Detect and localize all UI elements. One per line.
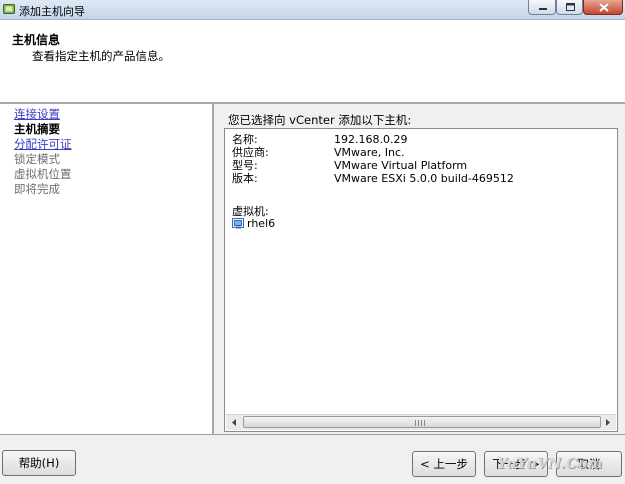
nav-divider xyxy=(212,104,214,434)
model-value: VMware Virtual Platform xyxy=(334,159,468,172)
scrollbar-thumb[interactable] xyxy=(243,416,601,428)
page-subtitle: 查看指定主机的产品信息。 xyxy=(32,49,170,63)
wizard-header: 主机信息 查看指定主机的产品信息。 xyxy=(0,20,625,102)
host-summary-panel: 名称: 192.168.0.29 供应商: VMware, Inc. 型号: V… xyxy=(224,128,618,432)
version-value: VMware ESXi 5.0.0 build-469512 xyxy=(334,172,514,185)
close-button[interactable] xyxy=(583,0,623,15)
next-button[interactable]: 下一步 > xyxy=(484,451,548,477)
vm-name: rhel6 xyxy=(247,217,276,230)
vm-icon xyxy=(232,218,244,229)
step-ready-to-complete: 即将完成 xyxy=(14,182,60,196)
step-lockdown-mode: 锁定模式 xyxy=(14,152,60,166)
grip-icon xyxy=(415,420,425,426)
cancel-button[interactable]: 取消 xyxy=(556,451,622,477)
minimize-button[interactable] xyxy=(528,0,556,15)
step-assign-license[interactable]: 分配许可证 xyxy=(14,137,72,151)
scroll-right-icon[interactable] xyxy=(600,415,616,430)
horizontal-scrollbar[interactable] xyxy=(226,414,616,430)
wizard-footer: 帮助(H) < 上一步 下一步 > 取消 xyxy=(0,435,625,484)
app-icon xyxy=(3,4,15,14)
page-title: 主机信息 xyxy=(12,33,61,47)
window-title: 添加主机向导 xyxy=(19,5,85,18)
property-key: 供应商: xyxy=(232,146,269,159)
minimize-icon xyxy=(539,8,547,10)
step-vm-location: 虚拟机位置 xyxy=(14,167,72,181)
property-key: 型号: xyxy=(232,159,258,172)
maximize-icon xyxy=(566,3,575,11)
summary-intro: 您已选择向 vCenter 添加以下主机: xyxy=(228,113,412,127)
host-name-value: 192.168.0.29 xyxy=(334,133,408,146)
wizard-steps: 连接设置 主机摘要 分配许可证 锁定模式 虚拟机位置 即将完成 xyxy=(0,104,212,434)
scroll-left-icon[interactable] xyxy=(226,415,242,430)
vendor-value: VMware, Inc. xyxy=(334,146,405,159)
help-button[interactable]: 帮助(H) xyxy=(2,450,76,476)
title-bar: 添加主机向导 xyxy=(0,0,625,20)
back-button[interactable]: < 上一步 xyxy=(412,451,476,477)
close-icon xyxy=(599,3,609,12)
property-key: 名称: xyxy=(232,133,258,146)
step-host-summary: 主机摘要 xyxy=(14,122,60,136)
property-key: 版本: xyxy=(232,172,258,185)
maximize-button[interactable] xyxy=(556,0,583,15)
step-connection-settings[interactable]: 连接设置 xyxy=(14,107,60,121)
